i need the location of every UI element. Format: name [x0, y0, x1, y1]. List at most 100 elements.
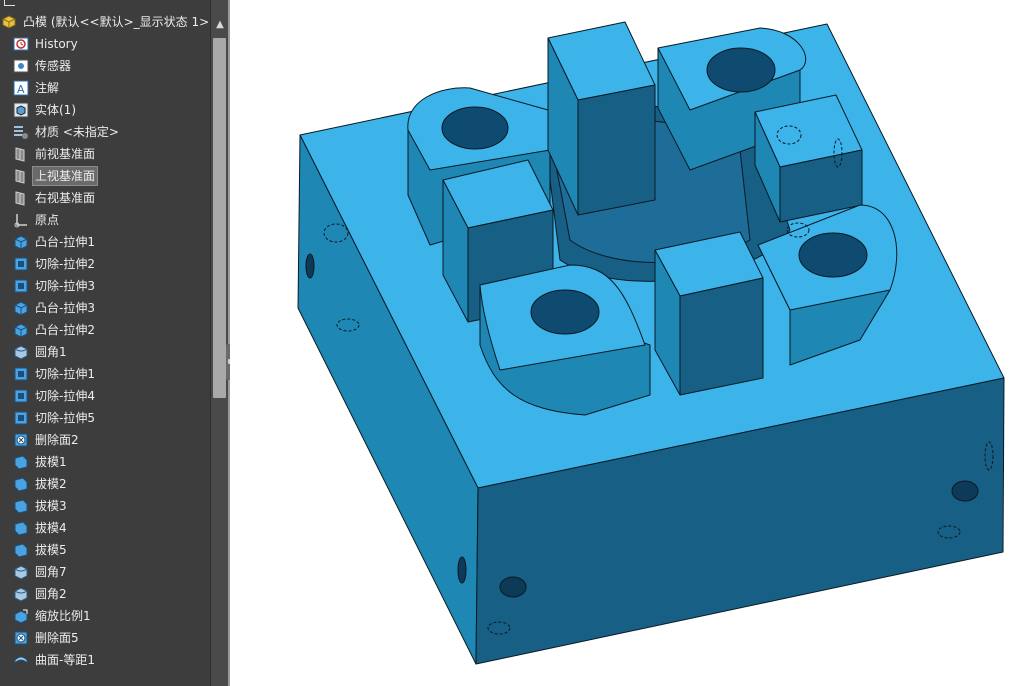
- draft-icon: [12, 519, 30, 537]
- tree-item[interactable]: 右视基准面: [0, 187, 210, 209]
- tree-item-label: 切除-拉伸3: [35, 279, 95, 293]
- tree-item[interactable]: 凸台-拉伸3: [0, 297, 210, 319]
- tree-item-label: 圆角1: [35, 345, 67, 359]
- tree-item[interactable]: 前视基准面: [0, 143, 210, 165]
- hole-lower-left: [530, 289, 600, 335]
- tree-item[interactable]: 凸台-拉伸1: [0, 231, 210, 253]
- feature-tree: 凸模 (默认<<默认>_显示状态 1>) History 传感器 A 注解 实体(1) 材…: [0, 15, 214, 671]
- tree-item-label: 切除-拉伸4: [35, 389, 95, 403]
- tree-item-label: 拔模2: [35, 477, 67, 491]
- tree-item-label: 曲面-等距1: [35, 653, 95, 667]
- tree-item[interactable]: 切除-拉伸3: [0, 275, 210, 297]
- feature-manager-panel: 凸模 (默认<<默认>_显示状态 1>) History 传感器 A 注解实体(1) 材…: [0, 0, 228, 686]
- tree-item-label: 材质 <未指定>: [35, 125, 119, 139]
- cut-extrude-icon: [12, 255, 30, 273]
- part-icon: [0, 13, 18, 31]
- tree-item[interactable]: 拔模1: [0, 451, 210, 473]
- tree-item[interactable]: 拔模3: [0, 495, 210, 517]
- tree-item-label: 删除面2: [35, 433, 79, 447]
- tree-item-label: 拔模3: [35, 499, 67, 513]
- tree-item-label: 前视基准面: [35, 147, 96, 161]
- graphics-viewport[interactable]: [230, 0, 1015, 686]
- tree-item[interactable]: History: [0, 33, 210, 55]
- tree-item-label: 上视基准面: [32, 166, 99, 186]
- side-hole-left-lower: [457, 556, 467, 584]
- tree-expand-marker[interactable]: [4, 0, 15, 6]
- tree-item[interactable]: 拔模5: [0, 539, 210, 561]
- cut-extrude-icon: [12, 365, 30, 383]
- tree-item-label: 拔模5: [35, 543, 67, 557]
- solid-bodies-icon: [12, 101, 30, 119]
- tree-item[interactable]: 曲面-等距1: [0, 649, 210, 671]
- tree-scrollbar[interactable]: ▲: [210, 0, 228, 686]
- tree-item[interactable]: 圆角7: [0, 561, 210, 583]
- history-icon: [12, 35, 30, 53]
- draft-icon: [12, 497, 30, 515]
- scroll-up-arrow-icon[interactable]: ▲: [212, 17, 228, 33]
- tree-item[interactable]: 删除面5: [0, 627, 210, 649]
- tree-item[interactable]: 圆角2: [0, 583, 210, 605]
- tree-item[interactable]: 切除-拉伸5: [0, 407, 210, 429]
- part-3d-model[interactable]: [230, 0, 1015, 686]
- tree-item[interactable]: 实体(1): [0, 99, 210, 121]
- tree-item-label: 圆角2: [35, 587, 67, 601]
- tree-item[interactable]: A 注解: [0, 77, 210, 99]
- tree-item-label: 右视基准面: [35, 191, 96, 205]
- tree-item-label: 实体(1): [35, 103, 76, 117]
- offset-surface-icon: [12, 651, 30, 669]
- draft-icon: [12, 541, 30, 559]
- tree-item[interactable]: 凸台-拉伸2: [0, 319, 210, 341]
- tree-item[interactable]: 切除-拉伸4: [0, 385, 210, 407]
- delete-face-icon: [12, 431, 30, 449]
- scroll-thumb[interactable]: [213, 38, 226, 398]
- tree-item-label: 凸台-拉伸1: [35, 235, 95, 249]
- scale-icon: [12, 607, 30, 625]
- hole-lower-right: [798, 232, 868, 278]
- plane-icon: [12, 167, 30, 185]
- tree-item[interactable]: 切除-拉伸1: [0, 363, 210, 385]
- tree-item-label: 缩放比例1: [35, 609, 91, 623]
- boss-extrude-icon: [12, 233, 30, 251]
- fillet-icon: [12, 563, 30, 581]
- delete-face-icon: [12, 629, 30, 647]
- tree-item-label: 注解: [35, 81, 60, 95]
- hole-upper-left: [441, 106, 509, 150]
- tree-item-label: History: [35, 37, 78, 51]
- tree-item[interactable]: 材质 <未指定>: [0, 121, 210, 143]
- boss-extrude-icon: [12, 321, 30, 339]
- tree-item-label: 拔模1: [35, 455, 67, 469]
- tree-item-label: 切除-拉伸5: [35, 411, 95, 425]
- plane-icon: [12, 145, 30, 163]
- tree-item[interactable]: 原点: [0, 209, 210, 231]
- fillet-icon: [12, 343, 30, 361]
- tree-item-label: 拔模4: [35, 521, 67, 535]
- tree-item[interactable]: 缩放比例1: [0, 605, 210, 627]
- fillet-icon: [12, 585, 30, 603]
- tree-item-label: 切除-拉伸2: [35, 257, 95, 271]
- block-top-center-side: [577, 84, 656, 216]
- cut-extrude-icon: [12, 277, 30, 295]
- tree-item-label: 传感器: [35, 59, 72, 73]
- front-hole-1: [499, 576, 527, 598]
- tree-item[interactable]: 上视基准面: [0, 165, 210, 187]
- tree-item-label: 删除面5: [35, 631, 79, 645]
- tree-header: [0, 0, 210, 6]
- front-hole-2: [951, 480, 979, 502]
- draft-icon: [12, 453, 30, 471]
- tree-item-label: 原点: [35, 213, 60, 227]
- boss-extrude-icon: [12, 299, 30, 317]
- tree-item[interactable]: 切除-拉伸2: [0, 253, 210, 275]
- tree-item[interactable]: 删除面2: [0, 429, 210, 451]
- origin-icon: [12, 211, 30, 229]
- tree-item-label: 圆角7: [35, 565, 67, 579]
- svg-text:A: A: [17, 83, 25, 96]
- tree-item[interactable]: 圆角1: [0, 341, 210, 363]
- tree-item[interactable]: 拔模2: [0, 473, 210, 495]
- tree-item[interactable]: 拔模4: [0, 517, 210, 539]
- tree-item-label: 切除-拉伸1: [35, 367, 95, 381]
- hole-upper-right: [706, 47, 776, 93]
- tree-item[interactable]: 传感器: [0, 55, 210, 77]
- tree-root-part[interactable]: 凸模 (默认<<默认>_显示状态 1>): [0, 11, 214, 33]
- side-hole-left: [305, 253, 315, 279]
- cut-extrude-icon: [12, 409, 30, 427]
